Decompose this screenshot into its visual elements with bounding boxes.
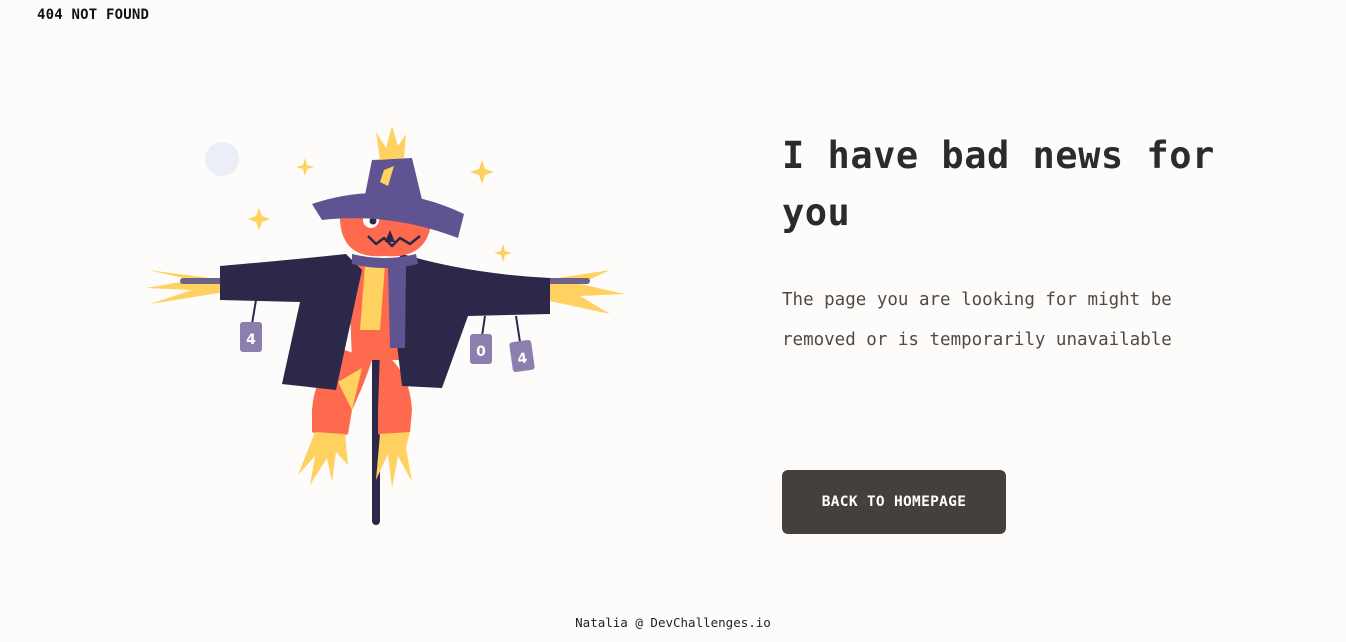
right-hand-straw: [545, 270, 625, 314]
back-to-homepage-button[interactable]: BACK TO HOMEPAGE: [782, 470, 1006, 534]
right-foot-straw: [376, 432, 412, 488]
moon-circle: [205, 142, 239, 176]
brand-title: 404 NOT FOUND: [37, 7, 150, 23]
svg-text:4: 4: [246, 332, 256, 348]
pole: [372, 355, 380, 525]
page-headline: I have bad news for you: [782, 134, 1215, 234]
can-left: 4: [240, 322, 262, 352]
footer-credit: Natalia @ DevChallenges.io: [575, 615, 771, 630]
sparkle-icon: [494, 244, 512, 262]
can-middle: 0: [470, 334, 492, 364]
can-right: 4: [509, 340, 535, 372]
sparkle-icon: [470, 160, 494, 184]
error-message: The page you are looking for might be re…: [782, 290, 1172, 350]
scarf: [352, 254, 418, 268]
sparkle-icon: [248, 208, 270, 230]
scarecrow-illustration: 4 0 4: [146, 126, 625, 525]
sparkle-icon: [296, 158, 314, 176]
scarf-tail: [388, 264, 406, 348]
left-hand-straw: [146, 270, 225, 304]
left-foot-straw: [298, 432, 348, 485]
hat-straw: [376, 126, 406, 160]
svg-text:0: 0: [476, 344, 486, 360]
